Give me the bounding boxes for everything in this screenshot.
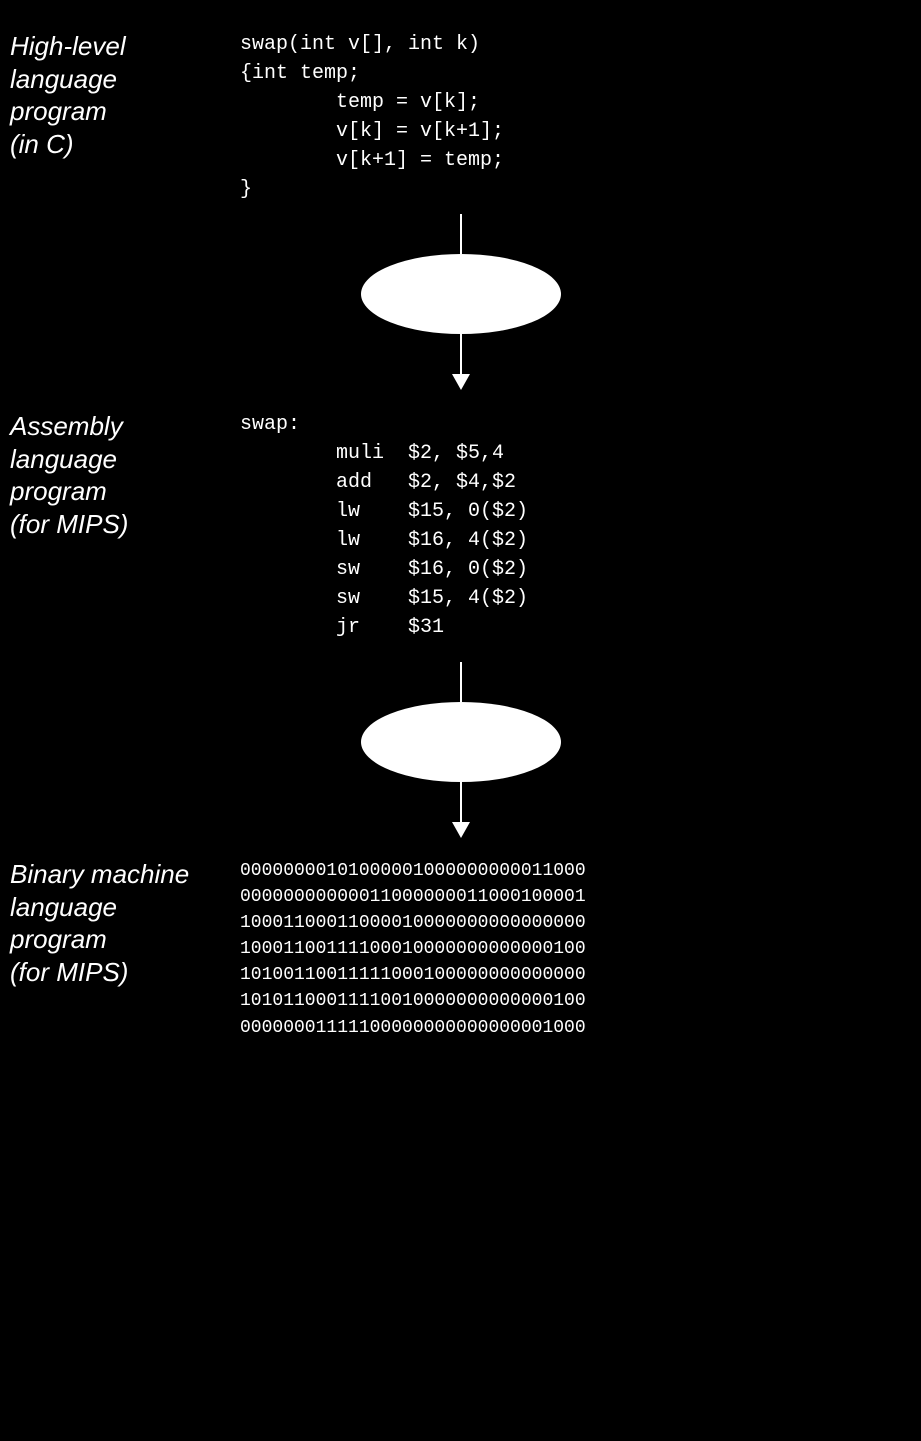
binary-label-col: Binary machine language program (for MIP… bbox=[0, 858, 230, 988]
connector1-line-top bbox=[460, 214, 462, 254]
connector2-line-bottom bbox=[460, 782, 462, 822]
section-assembly: Assembly language program (for MIPS) swa… bbox=[0, 400, 921, 642]
highlevel-label-col: High-level language program (in C) bbox=[0, 30, 230, 160]
binary-label: Binary machine language program (for MIP… bbox=[10, 858, 230, 988]
connector2-arrowhead bbox=[452, 822, 470, 838]
connector1-line-bottom bbox=[460, 334, 462, 374]
binary-code: 00000000101000001000000000011000 0000000… bbox=[240, 858, 921, 1041]
assembly-label-col: Assembly language program (for MIPS) bbox=[0, 410, 230, 540]
binary-content: 00000000101000001000000000011000 0000000… bbox=[230, 858, 921, 1041]
highlevel-code: swap(int v[], int k) {int temp; temp = v… bbox=[240, 30, 921, 204]
page-container: High-level language program (in C) swap(… bbox=[0, 0, 921, 1441]
connector1 bbox=[0, 214, 921, 390]
connector1-ellipse bbox=[361, 254, 561, 334]
section-binary: Binary machine language program (for MIP… bbox=[0, 848, 921, 1041]
assembly-code: swap: muli $2, $5,4 add $2, $4,$2 lw $15… bbox=[240, 410, 921, 642]
connector1-arrowhead bbox=[452, 374, 470, 390]
highlevel-content: swap(int v[], int k) {int temp; temp = v… bbox=[230, 30, 921, 204]
assembly-label: Assembly language program (for MIPS) bbox=[10, 410, 230, 540]
connector2-ellipse bbox=[361, 702, 561, 782]
assembly-content: swap: muli $2, $5,4 add $2, $4,$2 lw $15… bbox=[230, 410, 921, 642]
connector2 bbox=[0, 662, 921, 838]
connector2-line-top bbox=[460, 662, 462, 702]
highlevel-label: High-level language program (in C) bbox=[10, 30, 230, 160]
section-highlevel: High-level language program (in C) swap(… bbox=[0, 20, 921, 204]
